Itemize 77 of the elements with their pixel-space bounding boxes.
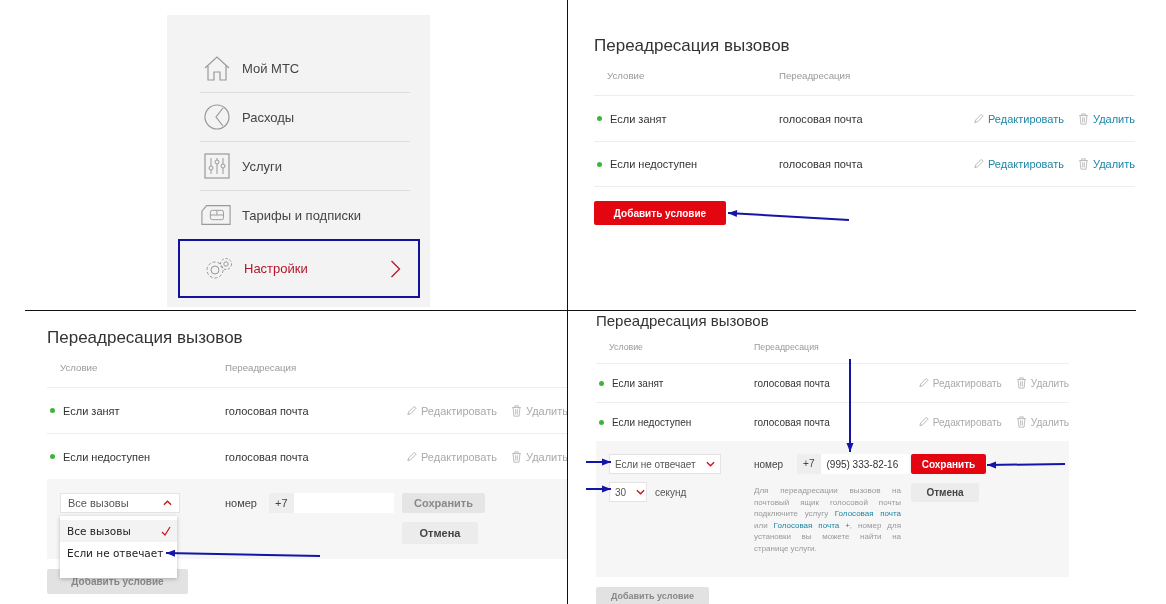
forward-target: голосовая почта (225, 450, 309, 463)
pencil-icon (973, 112, 984, 125)
sliders-icon (203, 152, 231, 180)
condition-text: Если занят (610, 112, 667, 125)
status-dot (597, 116, 602, 121)
section-title: Переадресация вызовов (47, 328, 244, 348)
status-dot (50, 454, 55, 459)
forward-target: голосовая почта (754, 377, 830, 389)
dropdown-option[interactable]: Все вызовы (60, 520, 177, 542)
cancel-button[interactable]: Отмена (911, 483, 979, 502)
section-title: Переадресация вызовов (594, 36, 791, 56)
condition-text: Если недоступен (610, 158, 698, 170)
condition-select[interactable]: Все вызовы (60, 493, 180, 513)
chevron-right-icon (390, 259, 401, 278)
menu-item[interactable]: Мой МТС (200, 44, 410, 93)
edit-link[interactable]: Редактировать (973, 112, 1064, 125)
edit-link[interactable]: Редактировать (973, 158, 1064, 170)
trash-icon (1015, 416, 1027, 428)
service-link[interactable]: Голосовая почта + (773, 520, 850, 530)
trash-icon (511, 404, 522, 417)
section-title: Переадресация вызовов (596, 312, 770, 330)
service-link[interactable]: Голосовая почта (834, 509, 901, 518)
column-header: Переадресация (225, 362, 297, 373)
trash-icon (1015, 377, 1027, 389)
check-icon (161, 526, 171, 536)
column-header: Переадресация (754, 341, 819, 352)
seconds-label: секунд (655, 486, 687, 498)
status-dot (599, 419, 604, 425)
number-field[interactable]: (995) 333-82-16 (820, 454, 909, 474)
caret-icon (636, 489, 646, 495)
column-header: Условие (609, 341, 644, 352)
condition-text: Если недоступен (63, 450, 151, 463)
condition-text: Если недоступен (612, 416, 692, 428)
home-icon (203, 54, 231, 82)
dropdown-option[interactable]: Если не отвечает (60, 542, 177, 564)
menu-item[interactable]: Услуги (200, 142, 410, 191)
condition-text: Если занят (612, 377, 664, 389)
number-label: номер (754, 458, 784, 470)
column-header: Условие (60, 362, 99, 373)
cancel-button[interactable]: Отмена (402, 522, 478, 544)
phone-prefix: +7 (269, 493, 294, 513)
pencil-icon (917, 416, 929, 428)
delete-link[interactable]: Удалить (1078, 158, 1135, 170)
pie-chart-icon (203, 103, 231, 131)
pencil-icon (406, 404, 417, 417)
sim-card-icon (201, 204, 231, 226)
forward-target: голосовая почта (754, 416, 830, 428)
number-label: номер (225, 497, 257, 509)
condition-text: Если занят (63, 404, 120, 417)
save-button[interactable]: Сохранить (911, 454, 986, 474)
status-dot (597, 161, 602, 167)
menu-item[interactable]: Тарифы и подписки (200, 191, 410, 240)
hint-text: Для переадресации вызовов на почтовый ящик голосовой почты подключите услугу Голосовая почта или Голосовая почта +, номер для установки вы можете найти на странице услуги. (754, 485, 901, 554)
forward-target: голосовая почта (779, 112, 863, 125)
pencil-icon (406, 450, 417, 463)
caret-icon (706, 461, 715, 467)
trash-icon (1078, 158, 1089, 170)
pencil-icon (973, 158, 984, 170)
column-header: Условие (607, 70, 646, 81)
seconds-select[interactable]: 30 (609, 482, 647, 502)
status-dot (50, 408, 55, 413)
caret-icon (163, 500, 172, 506)
column-header: Переадресация (779, 70, 851, 81)
annotation-arrow (585, 458, 612, 466)
trash-icon (511, 450, 522, 463)
pencil-icon (917, 377, 929, 389)
status-dot (599, 380, 604, 386)
phone-prefix: +7 (797, 454, 821, 474)
forward-target: голосовая почта (779, 158, 863, 170)
forward-target: голосовая почта (225, 404, 309, 417)
menu-item[interactable]: Расходы (200, 93, 410, 142)
add-condition-button[interactable]: Добавить условие (594, 201, 726, 225)
menu-item[interactable]: Настройки (178, 239, 420, 298)
annotation-arrow (585, 485, 612, 493)
condition-select[interactable]: Если не отвечает (609, 454, 721, 474)
delete-link[interactable]: Удалить (1078, 112, 1135, 125)
trash-icon (1078, 112, 1089, 125)
